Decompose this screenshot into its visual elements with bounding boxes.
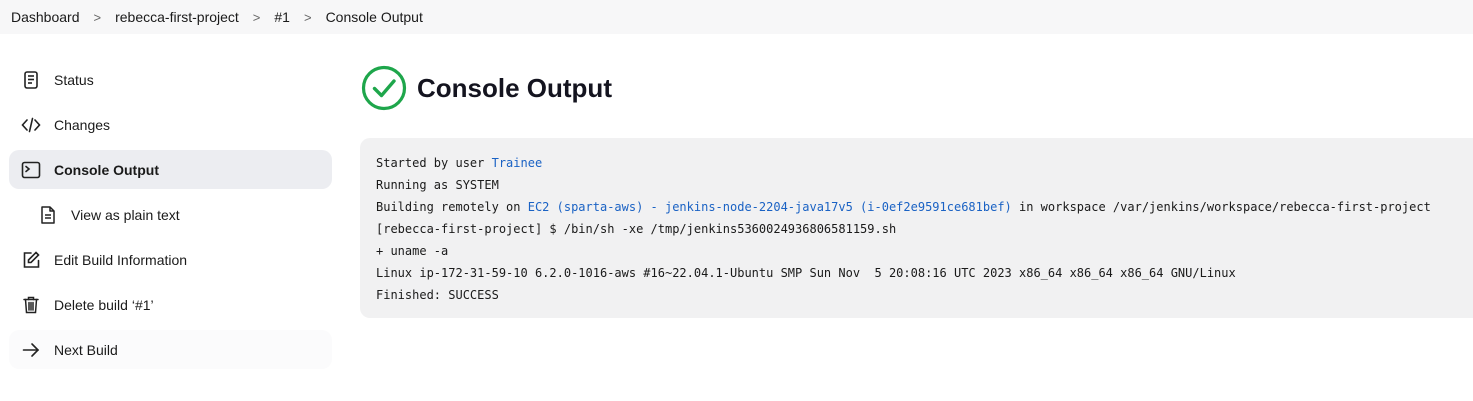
breadcrumb-separator-icon: >	[93, 9, 102, 25]
page-header: Console Output	[360, 60, 1473, 116]
console-text: Building remotely on	[376, 200, 528, 214]
console-line: [rebecca-first-project] $ /bin/sh -xe /t…	[376, 222, 897, 236]
main-content: Console Output Started by user Trainee Ru…	[360, 60, 1473, 318]
breadcrumb: Dashboard > rebecca-first-project > #1 >…	[0, 0, 1473, 34]
console-line: Building remotely on EC2 (sparta-aws) - …	[376, 196, 1457, 218]
sidebar-item-label: Console Output	[54, 161, 159, 178]
success-check-icon	[361, 65, 407, 111]
file-text-icon	[37, 204, 59, 226]
breadcrumb-build[interactable]: #1	[274, 9, 290, 25]
trash-icon	[20, 294, 42, 316]
code-icon	[20, 114, 42, 136]
console-text: in workspace /var/jenkins/workspace/rebe…	[1011, 200, 1431, 214]
sidebar-item-label: Changes	[54, 116, 111, 133]
sidebar: Status Changes Console Output View as pl…	[9, 60, 332, 375]
sidebar-item-changes[interactable]: Changes	[9, 105, 332, 144]
sidebar-item-label: Edit Build Information	[54, 251, 188, 268]
node-link[interactable]: EC2 (sparta-aws) - jenkins-node-2204-jav…	[528, 200, 1012, 214]
document-icon	[20, 69, 42, 91]
console-line: Finished: SUCCESS	[376, 288, 499, 302]
sidebar-item-label: View as plain text	[71, 206, 180, 223]
sidebar-item-edit-build-information[interactable]: Edit Build Information	[9, 240, 332, 279]
console-line: Linux ip-172-31-59-10 6.2.0-1016-aws #16…	[376, 266, 1236, 280]
breadcrumb-separator-icon: >	[303, 9, 312, 25]
breadcrumb-console-output[interactable]: Console Output	[326, 9, 423, 25]
page-title: Console Output	[417, 72, 612, 103]
sidebar-item-label: Status	[54, 71, 94, 88]
sidebar-item-delete-build[interactable]: Delete build ‘#1’	[9, 285, 332, 324]
sidebar-item-view-plain-text[interactable]: View as plain text	[9, 195, 332, 234]
edit-icon	[20, 249, 42, 271]
breadcrumb-dashboard[interactable]: Dashboard	[11, 9, 80, 25]
console-line: Started by user Trainee	[376, 152, 1457, 174]
console-line: Running as SYSTEM	[376, 178, 499, 192]
console-text: Started by user	[376, 156, 492, 170]
terminal-icon	[20, 159, 42, 181]
sidebar-item-label: Next Build	[54, 341, 118, 358]
sidebar-item-next-build[interactable]: Next Build	[9, 330, 332, 369]
sidebar-item-console-output[interactable]: Console Output	[9, 150, 332, 189]
sidebar-item-label: Delete build ‘#1’	[54, 296, 154, 313]
breadcrumb-project[interactable]: rebecca-first-project	[115, 9, 239, 25]
user-link[interactable]: Trainee	[492, 156, 543, 170]
sidebar-item-status[interactable]: Status	[9, 60, 332, 99]
console-output: Started by user Trainee Running as SYSTEM…	[360, 138, 1473, 318]
arrow-right-icon	[20, 339, 42, 361]
breadcrumb-separator-icon: >	[252, 9, 261, 25]
console-line: + uname -a	[376, 244, 449, 258]
